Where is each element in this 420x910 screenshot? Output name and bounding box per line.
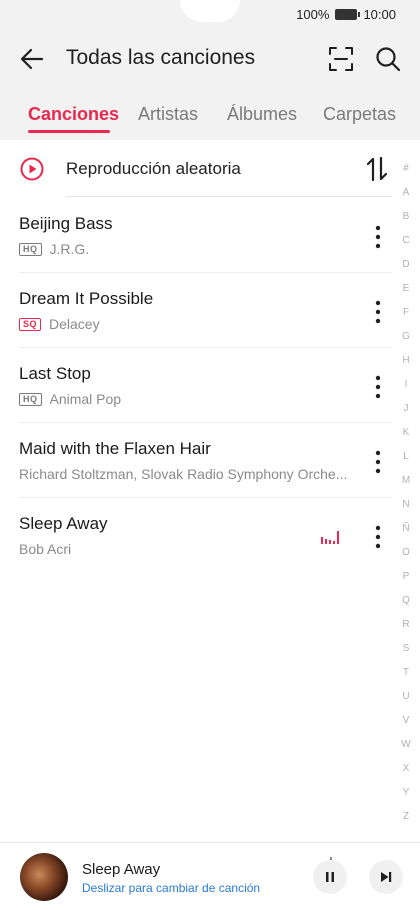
search-icon[interactable]	[374, 45, 402, 73]
song-title: Last Stop	[19, 364, 91, 383]
tab-bar: Canciones Artistas Álbumes Carpetas	[0, 96, 420, 136]
song-title: Maid with the Flaxen Hair	[19, 439, 211, 458]
song-artist: Bob Acri	[19, 541, 72, 557]
index-letter[interactable]: F	[403, 307, 409, 319]
song-artist: Richard Stoltzman, Slovak Radio Symphony…	[19, 466, 348, 482]
next-button[interactable]	[369, 860, 403, 894]
index-letter[interactable]: T	[403, 667, 409, 679]
mini-player[interactable]: Sleep Away Deslizar para cambiar de canc…	[0, 842, 420, 910]
song-row[interactable]: Dream It Possible SQ Delacey	[0, 273, 392, 348]
index-letter[interactable]: D	[402, 259, 409, 271]
index-letter[interactable]: B	[403, 211, 410, 223]
index-letter[interactable]: X	[403, 763, 410, 775]
index-letter[interactable]: U	[402, 691, 409, 703]
index-letter[interactable]: G	[402, 331, 410, 343]
more-options-icon[interactable]	[370, 525, 386, 549]
pause-icon	[326, 872, 334, 882]
sort-icon[interactable]	[366, 156, 388, 182]
song-row[interactable]: Maid with the Flaxen Hair Richard Stoltz…	[0, 423, 392, 498]
pause-button[interactable]	[313, 860, 347, 894]
song-meta: HQ Animal Pop	[19, 391, 121, 407]
song-meta: HQ J.R.G.	[19, 241, 89, 257]
song-artist: Delacey	[49, 316, 100, 332]
tab-albumes[interactable]: Álbumes	[227, 104, 297, 125]
more-options-icon[interactable]	[370, 225, 386, 249]
skip-next-icon	[381, 872, 392, 882]
index-letter[interactable]: E	[403, 283, 410, 295]
index-letter[interactable]: I	[405, 379, 408, 391]
quality-badge: HQ	[19, 392, 42, 406]
tab-carpetas[interactable]: Carpetas	[323, 104, 396, 125]
song-title: Beijing Bass	[19, 214, 113, 233]
scan-icon[interactable]	[328, 46, 354, 72]
quality-badge: SQ	[19, 317, 42, 331]
index-letter[interactable]: #	[403, 163, 409, 175]
alphabet-index[interactable]: # A B C D E F G H I J K L M N Ñ O P Q R S T U V W X Y Z	[396, 163, 416, 823]
index-letter[interactable]: M	[402, 475, 410, 487]
index-letter[interactable]: P	[403, 571, 410, 583]
index-letter[interactable]: O	[402, 547, 410, 559]
index-letter[interactable]: V	[403, 715, 410, 727]
now-playing-equalizer-icon	[321, 531, 339, 544]
back-arrow-icon[interactable]	[18, 45, 46, 73]
quality-badge: HQ	[19, 242, 42, 256]
song-meta: Richard Stoltzman, Slovak Radio Symphony…	[19, 466, 347, 482]
index-letter[interactable]: J	[404, 403, 409, 415]
song-artist: J.R.G.	[49, 241, 90, 257]
index-letter[interactable]: S	[403, 643, 410, 655]
song-title: Sleep Away	[19, 514, 108, 533]
player-song-title: Sleep Away	[82, 861, 161, 878]
tab-canciones[interactable]: Canciones	[28, 104, 119, 125]
battery-percent: 100%	[296, 7, 330, 22]
play-circle-icon	[20, 157, 44, 181]
index-letter[interactable]: Ñ	[402, 523, 409, 535]
index-letter[interactable]: W	[401, 739, 410, 751]
top-app-bar: 100% 10:00 Todas las canciones Canciones…	[0, 0, 420, 140]
more-options-icon[interactable]	[370, 375, 386, 399]
index-letter[interactable]: K	[403, 427, 410, 439]
player-swipe-hint: Deslizar para cambiar de canción	[82, 881, 261, 895]
index-letter[interactable]: R	[402, 619, 409, 631]
divider	[66, 196, 392, 197]
song-title: Dream It Possible	[19, 289, 154, 308]
index-letter[interactable]: Y	[403, 787, 410, 799]
more-options-icon[interactable]	[370, 300, 386, 324]
clock: 10:00	[363, 7, 396, 22]
header: Todas las canciones	[0, 36, 420, 80]
index-letter[interactable]: C	[402, 235, 409, 247]
song-artist: Animal Pop	[49, 391, 122, 407]
index-letter[interactable]: L	[403, 451, 409, 463]
album-cover[interactable]	[20, 853, 68, 901]
page-title: Todas las canciones	[66, 46, 256, 69]
status-bar: 100% 10:00	[296, 7, 396, 22]
shuffle-label: Reproducción aleatoria	[66, 159, 241, 178]
song-row[interactable]: Beijing Bass HQ J.R.G.	[0, 198, 392, 273]
index-letter[interactable]: Q	[402, 595, 410, 607]
tab-artistas[interactable]: Artistas	[138, 104, 198, 125]
active-tab-indicator	[28, 130, 110, 133]
camera-notch	[180, 0, 240, 22]
song-meta: SQ Delacey	[19, 316, 100, 332]
index-letter[interactable]: N	[402, 499, 409, 511]
more-options-icon[interactable]	[370, 450, 386, 474]
index-letter[interactable]: A	[403, 187, 410, 199]
song-row[interactable]: Sleep Away Bob Acri	[0, 498, 392, 573]
battery-icon	[335, 9, 361, 20]
song-meta: Bob Acri	[19, 541, 71, 557]
song-row[interactable]: Last Stop HQ Animal Pop	[0, 348, 392, 423]
index-letter[interactable]: Z	[403, 811, 409, 823]
index-letter[interactable]: H	[402, 355, 409, 367]
shuffle-play-row[interactable]: Reproducción aleatoria	[0, 140, 392, 198]
